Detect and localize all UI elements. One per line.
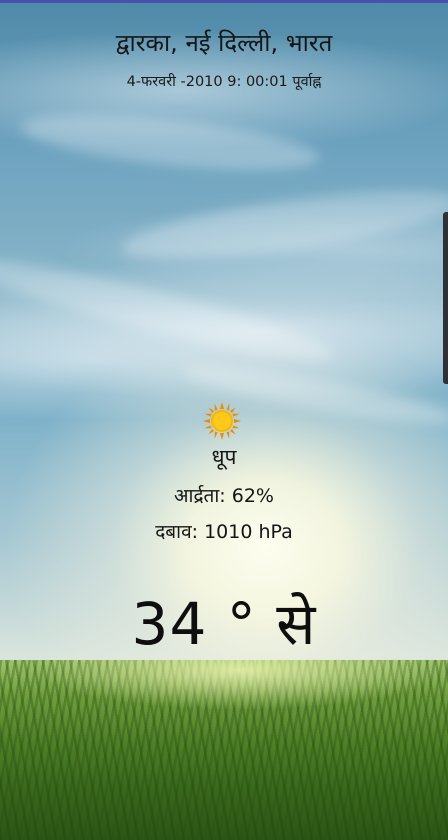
pressure-label: दबाव: 1010 hPa [155, 521, 293, 543]
temperature-value: 34 ° से [131, 590, 317, 658]
weather-condition: धूप [211, 445, 237, 469]
sun-icon [202, 401, 242, 441]
weather-screen: द्वारका, नई दिल्ली, भारत 4-फरवरी -2010 9… [0, 0, 448, 840]
cloud-decoration [18, 104, 322, 181]
grass-background [0, 660, 448, 840]
date-time-label: 4-फरवरी -2010 9: 00:01 पूर्वाह्न [126, 74, 322, 90]
location-title: द्वारका, नई दिल्ली, भारत [115, 29, 333, 57]
cloud-decoration [0, 244, 340, 376]
humidity-label: आर्द्रता: 62% [174, 485, 274, 507]
status-accent-bar [0, 0, 448, 3]
scrollbar-handle[interactable] [443, 212, 448, 384]
cloud-decoration [118, 176, 448, 274]
